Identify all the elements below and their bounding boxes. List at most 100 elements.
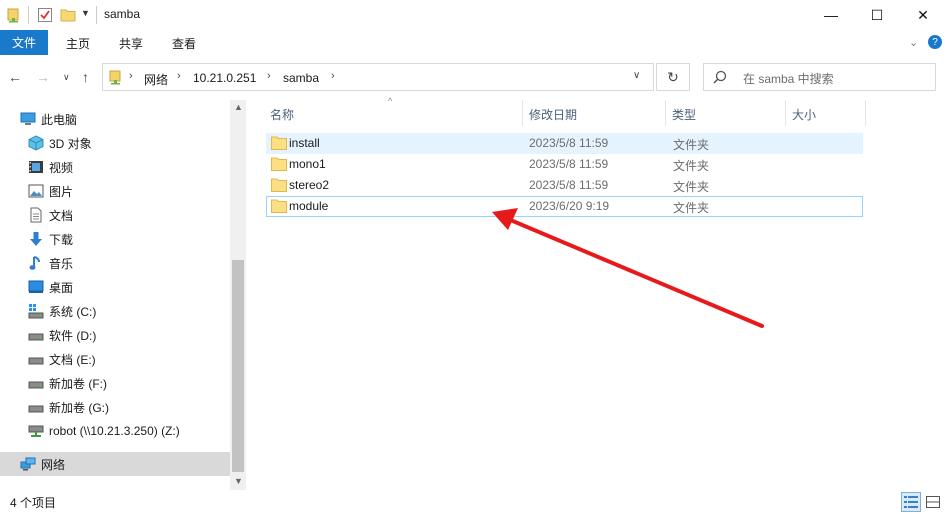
tab-home[interactable]: 主页	[66, 35, 90, 52]
column-divider[interactable]	[522, 100, 523, 126]
nav-item-downloads[interactable]: 下载	[0, 227, 230, 251]
forward-arrow-icon[interactable]: →	[36, 69, 50, 85]
scroll-down-icon[interactable]: ▼	[234, 476, 243, 486]
maximize-button[interactable]: ☐	[854, 0, 900, 30]
nav-label: 网络	[41, 457, 66, 472]
nav-label: 下载	[49, 232, 74, 247]
nav-scroll-thumb[interactable]	[232, 260, 244, 472]
file-type: 文件夹	[673, 159, 710, 173]
breadcrumb-separator-icon[interactable]: ›	[177, 70, 181, 82]
address-history-chevron-icon[interactable]: ∨	[633, 70, 640, 81]
file-type: 文件夹	[673, 138, 710, 152]
folder-properties-icon[interactable]	[6, 7, 22, 23]
nav-item-drive-f[interactable]: 新加卷 (F:)	[0, 371, 230, 395]
new-folder-icon[interactable]	[60, 7, 76, 23]
nav-label: robot (\\10.21.3.250) (Z:)	[49, 424, 180, 438]
column-header-size[interactable]: 大小	[792, 106, 816, 123]
network-drive-icon	[28, 423, 44, 439]
file-explorer-window: ▼ samba — ☐ ✕ 文件 主页 共享 查看 ⌄ ? ← → ∨ ↑ › …	[0, 0, 946, 514]
file-name: mono1	[289, 157, 326, 171]
address-row: ← → ∨ ↑ › 网络 › 10.21.0.251 › samba › ∨ ↻…	[0, 60, 946, 94]
column-header-name[interactable]: 名称	[270, 106, 294, 123]
sort-ascending-icon: ^	[388, 96, 393, 106]
nav-item-drive-d[interactable]: 软件 (D:)	[0, 323, 230, 347]
breadcrumb-separator-icon[interactable]: ›	[267, 70, 271, 82]
nav-item-music[interactable]: 音乐	[0, 251, 230, 275]
column-divider[interactable]	[865, 100, 866, 126]
breadcrumb-separator-icon[interactable]: ›	[331, 70, 335, 82]
nav-item-documents[interactable]: 文档	[0, 203, 230, 227]
nav-item-videos[interactable]: 视频	[0, 155, 230, 179]
column-divider[interactable]	[665, 100, 666, 126]
up-arrow-icon[interactable]: ↑	[82, 69, 89, 85]
checkmark-properties-icon[interactable]	[37, 7, 53, 23]
folder-icon	[271, 199, 287, 213]
close-button[interactable]: ✕	[900, 0, 946, 30]
nav-item-3d-objects[interactable]: 3D 对象	[0, 131, 230, 155]
breadcrumb-network[interactable]: 网络	[144, 71, 168, 88]
nav-item-drive-g[interactable]: 新加卷 (G:)	[0, 395, 230, 419]
breadcrumb-samba[interactable]: samba	[283, 71, 319, 85]
drive-icon	[28, 351, 44, 367]
file-row-stereo2[interactable]: stereo2 2023/5/8 11:59 文件夹	[266, 175, 863, 196]
tab-view[interactable]: 查看	[172, 35, 196, 52]
nav-item-drive-e[interactable]: 文档 (E:)	[0, 347, 230, 371]
file-name: module	[289, 199, 329, 213]
drive-icon	[28, 375, 44, 391]
file-row-module[interactable]: module 2023/6/20 9:19 文件夹	[266, 196, 863, 217]
desktop-icon	[28, 279, 44, 295]
search-placeholder: 在 samba 中搜索	[743, 72, 834, 86]
nav-label: 文档 (E:)	[49, 352, 96, 367]
nav-label: 文档	[49, 208, 74, 223]
recent-locations-chevron-icon[interactable]: ∨	[63, 72, 70, 83]
nav-item-desktop[interactable]: 桌面	[0, 275, 230, 299]
file-date: 2023/5/8 11:59	[529, 178, 609, 192]
nav-item-pictures[interactable]: 图片	[0, 179, 230, 203]
breadcrumb-host[interactable]: 10.21.0.251	[193, 71, 256, 85]
pictures-icon	[28, 183, 44, 199]
back-arrow-icon[interactable]: ←	[8, 69, 22, 85]
3d-objects-icon	[28, 135, 44, 151]
download-icon	[28, 231, 44, 247]
column-divider[interactable]	[785, 100, 786, 126]
divider	[28, 6, 29, 24]
nav-item-network[interactable]: 网络	[0, 452, 230, 476]
nav-item-drive-z[interactable]: robot (\\10.21.3.250) (Z:)	[0, 419, 230, 443]
expand-ribbon-icon[interactable]: ⌄	[909, 36, 918, 49]
column-header-date[interactable]: 修改日期	[529, 106, 577, 123]
large-icons-view-icon	[926, 496, 940, 508]
search-box[interactable]: 在 samba 中搜索	[703, 63, 936, 91]
file-name: stereo2	[289, 178, 330, 192]
nav-item-drive-c[interactable]: 系统 (C:)	[0, 299, 230, 323]
window-title: samba	[104, 7, 141, 21]
nav-label: 3D 对象	[49, 136, 92, 151]
tab-share[interactable]: 共享	[119, 35, 143, 52]
scroll-up-icon[interactable]: ▲	[234, 102, 243, 112]
search-icon	[713, 70, 727, 87]
item-count: 4 个项目	[10, 496, 57, 510]
ribbon-tabs: 文件 主页 共享 查看 ⌄ ?	[0, 30, 946, 56]
address-bar[interactable]: › 网络 › 10.21.0.251 › samba › ∨	[102, 63, 654, 91]
file-type: 文件夹	[673, 201, 710, 215]
help-icon[interactable]: ?	[928, 35, 942, 49]
quick-access-dropdown-icon[interactable]: ▼	[81, 8, 90, 18]
details-view-icon	[904, 496, 918, 508]
navigation-pane: 此电脑 3D 对象 视频 图片 文档 下载 音乐 桌面 系统 (C:) 软件 (…	[0, 100, 246, 490]
details-view-button[interactable]	[901, 492, 921, 512]
network-location-icon	[108, 69, 124, 88]
folder-icon	[271, 136, 287, 150]
tab-file[interactable]: 文件	[0, 30, 48, 55]
status-bar: 4 个项目	[0, 490, 946, 514]
large-icons-view-button[interactable]	[923, 492, 943, 512]
refresh-button[interactable]: ↻	[656, 63, 690, 91]
music-icon	[28, 255, 44, 271]
file-row-install[interactable]: install 2023/5/8 11:59 文件夹	[266, 133, 863, 154]
file-row-mono1[interactable]: mono1 2023/5/8 11:59 文件夹	[266, 154, 863, 175]
column-header-type[interactable]: 类型	[672, 106, 696, 123]
breadcrumb-separator-icon[interactable]: ›	[129, 70, 133, 82]
nav-item-this-pc[interactable]: 此电脑	[0, 107, 230, 131]
minimize-button[interactable]: —	[808, 0, 854, 30]
video-icon	[28, 159, 44, 175]
drive-icon	[28, 399, 44, 415]
network-icon	[20, 456, 36, 472]
